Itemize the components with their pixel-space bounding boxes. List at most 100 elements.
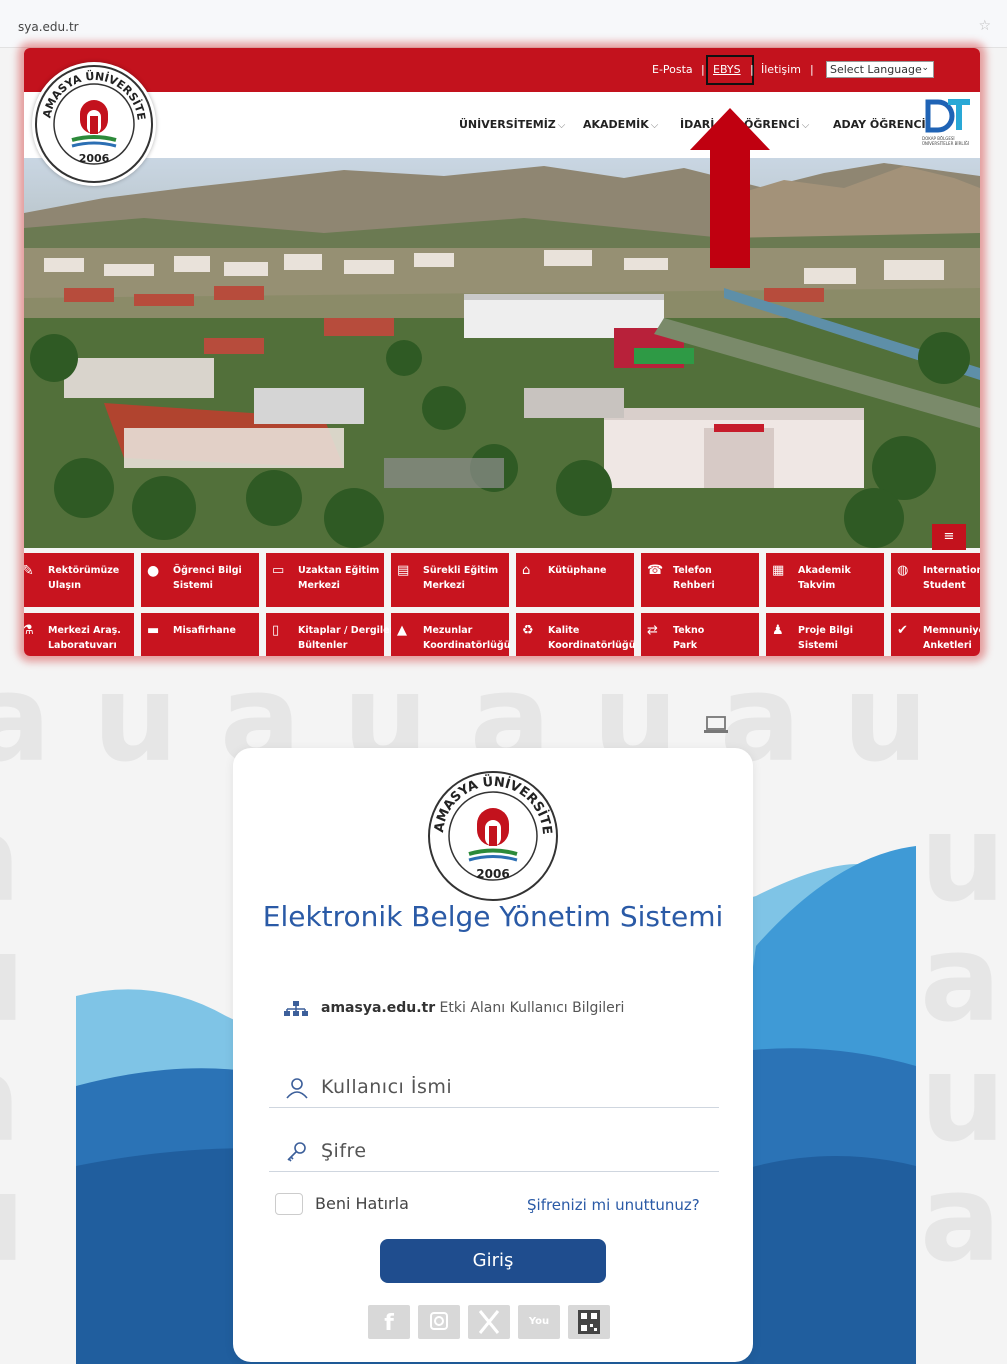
laptop-icon: ▭	[272, 563, 285, 578]
eposta-link[interactable]: E-Posta	[652, 63, 693, 76]
password-field[interactable]: Şifre	[269, 1130, 719, 1172]
menu-hamburger-icon[interactable]: ≡	[932, 524, 966, 550]
nav-akademik[interactable]: AKADEMİK ⌵	[583, 118, 658, 131]
quick-link-misafirhane[interactable]: ▬ Misafirhane	[141, 613, 259, 656]
library-icon: ⌂	[522, 563, 531, 578]
domain-info: amasya.edu.tr Etki Alanı Kullanıcı Bilgi…	[321, 1000, 624, 1016]
bookmark-star-icon[interactable]: ☆	[978, 18, 991, 34]
quick-link-label: Kalite Koordinatörlüğü	[548, 625, 636, 651]
quick-link-label: Öğrenci Bilgi Sistemi	[173, 565, 242, 591]
quick-link-label: Akademik Takvim	[798, 565, 851, 591]
user-icon	[286, 1078, 308, 1099]
remember-me-checkbox[interactable]	[275, 1193, 303, 1215]
separator: |	[810, 63, 814, 76]
youtube-icon[interactable]: You	[518, 1305, 560, 1339]
quick-link-label: Mezunlar Koordinatörlüğü	[423, 625, 511, 651]
screenshot-stage: a u a u a u a u a u a u u a u a sya.edu.…	[0, 0, 1007, 1364]
domain-description: Etki Alanı Kullanıcı Bilgileri	[435, 1000, 625, 1016]
quick-link-label: Merkezi Araş. Laboratuvarı	[48, 625, 121, 651]
amasya-university-logo: AMASYA ÜNİVERSİTESİ 2006	[425, 768, 558, 901]
quick-link-label: Memnuniyet Anketleri	[923, 625, 980, 651]
phone-icon: ☎	[647, 563, 664, 578]
quick-link-proje[interactable]: ♟ Proje Bilgi Sistemi	[766, 613, 884, 656]
quick-link-teknopark[interactable]: ⇄ Tekno Park	[641, 613, 759, 656]
iletisim-link[interactable]: İletişim	[761, 63, 801, 76]
chevron-down-icon: ⌵	[650, 120, 659, 131]
login-button[interactable]: Giriş	[380, 1239, 606, 1283]
page-title: Elektronik Belge Yönetim Sistemi	[262, 900, 724, 933]
quick-link-international[interactable]: ◍ International Student	[891, 553, 980, 607]
url-text[interactable]: sya.edu.tr	[18, 20, 79, 34]
university-website: E-Posta | EBYS | İletişim | Select Langu…	[24, 48, 980, 656]
nav-universitemiz[interactable]: ÜNİVERSİTEMİZ ⌵	[459, 118, 565, 131]
quick-link-kalite[interactable]: ♻ Kalite Koordinatörlüğü	[516, 613, 636, 656]
annotation-arrow-icon	[690, 108, 770, 268]
quick-link-surekli-egitim[interactable]: ▤ Sürekli Eğitim Merkezi	[391, 553, 509, 607]
quick-link-kitaplar[interactable]: ▯ Kitaplar / Dergiler Bültenler	[266, 613, 394, 656]
book-icon: ▯	[272, 623, 280, 638]
quick-link-uzem[interactable]: ▭ Uzaktan Eğitim Merkezi	[266, 553, 384, 607]
facebook-icon[interactable]: f	[368, 1305, 410, 1339]
ebys-highlight-box	[706, 55, 754, 85]
recycle-icon: ♻	[522, 623, 534, 638]
calendar-icon: ▦	[772, 563, 785, 578]
dokap-caption: DOKAP BÖLGESİ ÜNİVERSİTELER BİRLİĞİ	[922, 136, 970, 146]
key-icon	[287, 1142, 306, 1162]
remember-me-label[interactable]: Beni Hatırla	[315, 1194, 409, 1213]
username-field[interactable]: Kullanıcı İsmi	[269, 1066, 719, 1108]
quick-link-mezunlar[interactable]: ▲ Mezunlar Koordinatörlüğü	[391, 613, 511, 656]
users-icon: ♟	[772, 623, 784, 638]
logo-year: 2006	[476, 867, 509, 881]
x-icon[interactable]	[468, 1305, 510, 1339]
logo-year: 2006	[79, 152, 110, 165]
quick-link-label: Kütüphane	[548, 565, 607, 576]
user-icon: ●	[147, 563, 160, 579]
quick-links: ✎ Rektörümüze Ulaşın ● Öğrenci Bilgi Siste…	[24, 553, 980, 656]
flask-icon: ⚗	[24, 623, 34, 638]
quick-link-label: Tekno Park	[673, 625, 705, 651]
language-select-value: Select Language	[830, 63, 922, 76]
quick-link-label: Uzaktan Eğitim Merkezi	[298, 565, 380, 591]
browser-address-bar[interactable]: sya.edu.tr ☆	[0, 0, 1007, 48]
check-circle-icon: ✔	[897, 623, 908, 638]
qr-code-icon[interactable]	[568, 1305, 610, 1339]
separator: |	[701, 63, 705, 76]
quick-link-label: Rektörümüze Ulaşın	[48, 565, 120, 591]
quick-link-label: Sürekli Eğitim Merkezi	[423, 565, 499, 591]
top-bar: E-Posta | EBYS | İletişim | Select Langu…	[24, 48, 980, 92]
chevron-down-icon: ⌵	[801, 120, 810, 131]
quick-link-label: Misafirhane	[173, 625, 236, 636]
document-icon: ▤	[397, 563, 410, 578]
language-select[interactable]: Select Language ⌄	[826, 61, 934, 78]
chevron-down-icon: ⌄	[921, 63, 929, 73]
quick-link-label: Telefon Rehberi	[673, 565, 715, 591]
nav-label: ÜNİVERSİTEMİZ	[459, 118, 556, 131]
quick-link-obs[interactable]: ● Öğrenci Bilgi Sistemi	[141, 553, 259, 607]
edit-icon: ✎	[24, 563, 34, 579]
quick-link-akademik-takvim[interactable]: ▦ Akademik Takvim	[766, 553, 884, 607]
amasya-university-logo[interactable]: AMASYA ÜNİVERSİTESİ 2006	[32, 62, 156, 186]
nav-aday-ogrenci[interactable]: ADAY ÖĞRENCİ	[833, 118, 926, 131]
forgot-password-link[interactable]: Şifrenizi mi unuttunuz?	[527, 1196, 700, 1214]
graduation-cap-icon: ▲	[397, 623, 407, 638]
campus-aerial-photo	[24, 158, 980, 548]
instagram-icon[interactable]	[418, 1305, 460, 1339]
quick-link-rektor[interactable]: ✎ Rektörümüze Ulaşın	[24, 553, 134, 607]
quick-link-lab[interactable]: ⚗ Merkezi Araş. Laboratuvarı	[24, 613, 134, 656]
quick-link-telefon[interactable]: ☎ Telefon Rehberi	[641, 553, 759, 607]
quick-link-memnuniyet[interactable]: ✔ Memnuniyet Anketleri	[891, 613, 980, 656]
password-placeholder: Şifre	[321, 1140, 367, 1162]
exchange-icon: ⇄	[647, 623, 658, 638]
monitor-icon[interactable]	[704, 716, 728, 734]
username-placeholder: Kullanıcı İsmi	[321, 1076, 453, 1098]
quick-link-label: Kitaplar / Dergiler Bültenler	[298, 625, 395, 651]
nav-label: AKADEMİK	[583, 118, 649, 131]
login-card: AMASYA ÜNİVERSİTESİ 2006 Elektronik Belg…	[233, 748, 753, 1362]
chevron-down-icon: ⌵	[557, 120, 566, 131]
domain-name: amasya.edu.tr	[321, 1000, 436, 1016]
quick-link-label: International Student	[923, 565, 980, 591]
sitemap-icon	[284, 1001, 308, 1016]
main-nav: ÜNİVERSİTEMİZ ⌵ AKADEMİK ⌵ İDARİ ÖĞRENCİ ⌵ …	[24, 92, 980, 158]
quick-link-kutuphane[interactable]: ⌂ Kütüphane	[516, 553, 634, 607]
bed-icon: ▬	[147, 623, 160, 638]
